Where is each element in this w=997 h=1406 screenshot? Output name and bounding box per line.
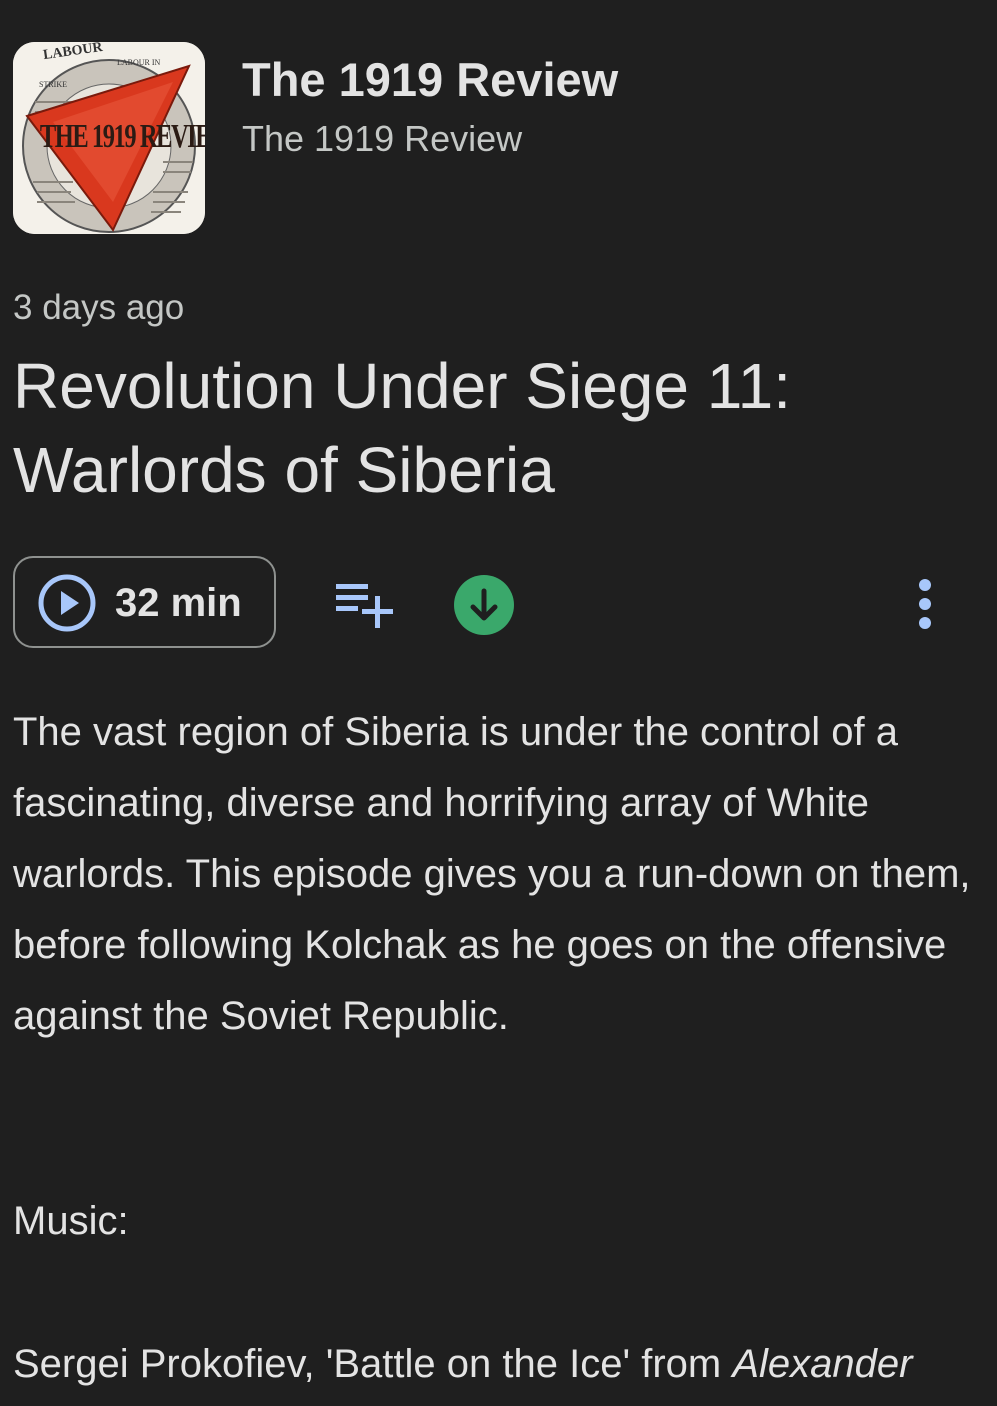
music-credit-work: Alexander: [732, 1342, 913, 1386]
podcast-header: LABOUR LABOUR IN STRIKE THE 1919 REVIEW …: [13, 42, 983, 234]
episode-description: The vast region of Siberia is under the …: [13, 710, 971, 1038]
download-done-icon: [470, 588, 498, 621]
episode-date: 3 days ago: [13, 288, 185, 327]
add-to-queue-button[interactable]: [333, 578, 397, 632]
more-vert-icon: [919, 579, 931, 629]
episode-duration: 32 min: [115, 581, 242, 625]
episode-page: LABOUR LABOUR IN STRIKE THE 1919 REVIEW …: [0, 0, 997, 1406]
podcast-name[interactable]: The 1919 Review: [242, 52, 618, 107]
artwork-labour-in-text: LABOUR IN: [117, 58, 161, 67]
podcast-publisher: The 1919 Review: [242, 118, 523, 159]
playlist-add-icon: [336, 584, 393, 628]
play-button[interactable]: 32 min: [13, 556, 276, 648]
download-button[interactable]: [454, 575, 514, 635]
podcast-artwork[interactable]: LABOUR LABOUR IN STRIKE THE 1919 REVIEW: [13, 42, 205, 234]
artwork-strike-text: STRIKE: [39, 80, 67, 89]
episode-title: Revolution Under Siege 11: Warlords of S…: [13, 350, 791, 506]
music-credit-prefix: Sergei Prokofiev, 'Battle on the Ice' fr…: [13, 1342, 733, 1386]
music-credit: Sergei Prokofiev, 'Battle on the Ice' fr…: [13, 1342, 997, 1387]
more-options-button[interactable]: [905, 575, 945, 635]
music-label: Music:: [13, 1199, 129, 1243]
play-circle-icon: [38, 574, 96, 632]
artwork-title-text: THE 1919 REVIEW: [39, 118, 205, 155]
